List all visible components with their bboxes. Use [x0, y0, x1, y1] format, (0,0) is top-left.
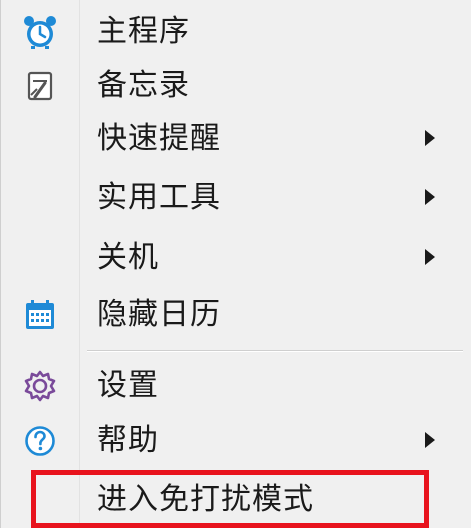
- menu-item-hide-calendar[interactable]: 隐藏日历: [1, 287, 461, 343]
- alarm-clock-icon: [21, 13, 59, 51]
- menu-item-memo[interactable]: 备忘录: [1, 58, 461, 114]
- menu-item-label: 设置: [97, 368, 159, 403]
- submenu-arrow-icon: [425, 432, 435, 448]
- highlight-annotation-box: [31, 470, 429, 528]
- calendar-icon: [21, 296, 59, 334]
- menu-item-label: 快速提醒: [97, 121, 221, 156]
- context-menu: 主程序 备忘录 快速提醒 实用工具 关机 隐藏日历 设置 帮助 进入免打扰模式: [0, 0, 471, 528]
- menu-item-label: 帮助: [97, 423, 159, 458]
- submenu-arrow-icon: [425, 130, 435, 146]
- menu-item-label: 隐藏日历: [97, 297, 221, 332]
- menu-item-label: 实用工具: [97, 180, 221, 215]
- menu-item-quick-reminder[interactable]: 快速提醒: [1, 111, 461, 167]
- menu-item-label: 主程序: [97, 14, 190, 49]
- menu-item-utilities[interactable]: 实用工具: [1, 170, 461, 226]
- menu-item-shutdown[interactable]: 关机: [1, 230, 461, 286]
- menu-item-label: 关机: [97, 240, 159, 275]
- memo-icon: [21, 67, 59, 105]
- menu-item-help[interactable]: 帮助: [1, 413, 461, 469]
- help-icon: [21, 422, 59, 460]
- menu-item-label: 备忘录: [97, 68, 190, 103]
- menu-item-settings[interactable]: 设置: [1, 358, 461, 414]
- gear-icon: [21, 367, 59, 405]
- menu-separator: [87, 350, 463, 352]
- submenu-arrow-icon: [425, 249, 435, 265]
- menu-item-main-program[interactable]: 主程序: [1, 4, 461, 60]
- submenu-arrow-icon: [425, 189, 435, 205]
